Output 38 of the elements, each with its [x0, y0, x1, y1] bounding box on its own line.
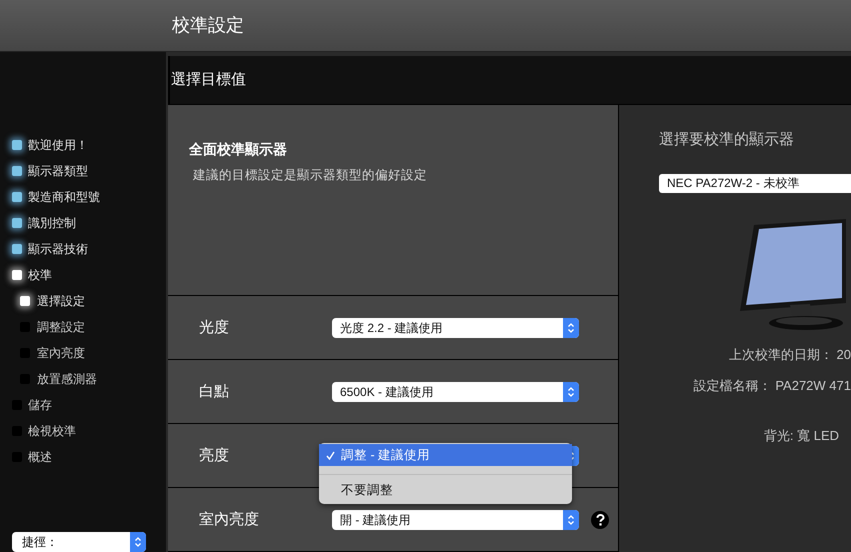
help-icon[interactable] — [591, 510, 609, 528]
sidebar-item[interactable]: 歡迎使用！ — [28, 136, 88, 154]
setting-label: 室內亮度 — [199, 510, 259, 528]
sidebar-item[interactable]: 調整設定 — [37, 318, 85, 336]
sidebar-item[interactable]: 室內亮度 — [37, 344, 85, 362]
sidebar-item[interactable]: 儲存 — [28, 396, 52, 414]
setting-label: 光度 — [199, 318, 229, 336]
sidebar-item[interactable]: 製造商和型號 — [28, 188, 100, 206]
chevron-icon — [567, 322, 575, 334]
setting-dropdown[interactable]: 6500K - 建議使用 — [332, 382, 579, 402]
chevron-icon — [567, 514, 575, 526]
sidebar-item[interactable]: 顯示器技術 — [28, 240, 88, 258]
info-text: 設定檔名稱： PA272W 471 — [694, 377, 851, 395]
menu-option[interactable]: 不要調整 — [319, 474, 572, 500]
sidebar-item[interactable]: 顯示器類型 — [28, 162, 88, 180]
chevron-icon — [567, 386, 575, 398]
window-title: 校準設定 — [172, 14, 244, 37]
section-description: 建議的目標設定是顯示器類型的偏好設定 — [192, 167, 428, 184]
display-picker-title: 選擇要校準的顯示器 — [658, 130, 795, 150]
sidebar-item[interactable]: 檢視校準 — [28, 422, 76, 440]
setting-label: 亮度 — [199, 446, 229, 464]
sidebar-item[interactable]: 放置感測器 — [37, 370, 97, 388]
setting-dropdown[interactable]: 開 - 建議使用 — [332, 510, 579, 530]
chevron-icon — [134, 536, 142, 548]
section-heading: 全面校準顯示器 — [189, 140, 288, 159]
display-dropdown[interactable]: NEC PA272W-2 - 未校準 — [659, 174, 851, 192]
setting-label: 白點 — [199, 382, 229, 400]
setting-dropdown[interactable]: 光度 2.2 - 建議使用 — [332, 318, 579, 338]
sidebar-item[interactable]: 選擇設定 — [37, 292, 85, 310]
sidebar-item[interactable]: 概述 — [28, 448, 52, 466]
panel-title: 選擇目標值 — [171, 70, 246, 90]
info-text: 上次校準的日期： 20 — [728, 346, 851, 364]
shortcut-dropdown[interactable]: 捷徑： — [12, 532, 146, 552]
info-text: 背光: 寬 LED — [764, 426, 839, 444]
menu-option[interactable]: 調整 - 建議使用 — [319, 444, 572, 466]
checkmark-icon — [326, 450, 334, 460]
sidebar-item[interactable]: 識別控制 — [28, 214, 76, 232]
sidebar-item[interactable]: 校準 — [28, 266, 52, 284]
